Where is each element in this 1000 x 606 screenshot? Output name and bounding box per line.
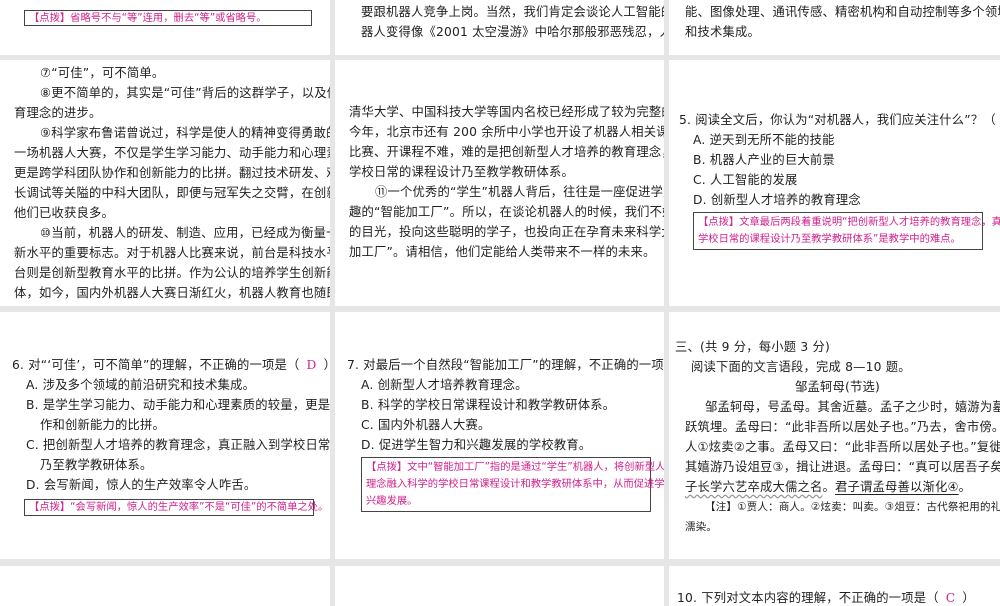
tip-line: 兴趣发展。 <box>366 495 418 507</box>
text-line: 今年，北京市还有 200 余所中小学也开设了机器人相关课程。其实，办 <box>349 125 664 139</box>
page-panel-r4c1 <box>0 566 330 606</box>
tip-box: 【点拨】文章最后两段着重说明“把创新型人才培养的教育理念，真正融入到 学校日常的… <box>693 212 1000 250</box>
page-panel-r1c3: 能、图像处理、通讯传感、精密机构和自动控制等多个领域的前沿研究 和技术集成。 <box>669 0 1000 55</box>
text-line: ⑦“可佳”，可不简单。 <box>40 66 165 80</box>
tip-line: 理念融入科学的学校日常课程设计和教学教研体系中，从而促进学生智力和 <box>366 478 664 490</box>
text-line: 比赛、开课程不难，难的是把创新型人才培养的教育理念，真正融入到 <box>349 145 664 159</box>
option-c-cont: 乃至教学教研体系。 <box>40 458 153 472</box>
tip-box: 【点拨】省略号不与“等”连用，删去“等”或省略号。 <box>24 10 312 26</box>
text-line: 一场机器人大赛，不仅是学生学习能力、动手能力和心理素质的较量， <box>14 146 330 160</box>
page-panel-r4c2 <box>335 566 664 606</box>
question-5-stem: 5. 阅读全文后，你认为“对机器人，我们应关注什么”？（D） <box>679 110 1000 130</box>
text-line: 新水平的重要标志。对于机器人比赛来说，前台是科技水平的较量，后 <box>14 246 330 260</box>
text-line: 人①炫卖②之事。孟母又曰：“此非吾所以居处子也。”复徙舍学宫之旁。 <box>685 440 1000 454</box>
note-line: 【注】①贾人：商人。②炫卖：叫卖。③俎豆：古代祭祀用的礼器。④渐化：逐渐 <box>705 501 1000 513</box>
text-line: 育理念的进步。 <box>14 106 102 120</box>
text-line: 更是跨学科团队协作和创新能力的比拼。翻过技术研发、难题攻克、漫 <box>14 166 330 180</box>
option-b-cont: 作和创新能力的比拼。 <box>40 418 165 432</box>
page-panel-r2c1: ⑦“可佳”，可不简单。 ⑧更不简单的，其实是“可佳”背后的这群学子，以及体现出来… <box>0 60 330 306</box>
question-10-stem: 10. 下列对文本内容的理解，不正确的一项是（ C） <box>677 591 975 605</box>
text-line: 的目光，投向这些聪明的学子，也投向正在孕育未来科学大师的“智能 <box>349 225 664 239</box>
option-b: B. 机器人产业的巨大前景 <box>693 153 835 167</box>
tip-box: 【点拨】文中“智能加工厂”指的是通过“学生”机器人，将创新型人才培养教育 理念融… <box>361 457 664 512</box>
text-line: 邹孟轲母，号孟母。其舍近墓。孟子之少时，嬉游为墓间之事，踊 <box>705 400 1000 414</box>
question-6-stem: 6. 对“‘可佳’，可不简单”的理解，不正确的一项是（D） <box>12 355 330 375</box>
text-line: 其嬉游乃设俎豆③，揖让进退。孟母曰：“真可以居吾子矣。”遂居。及孟 <box>685 460 1000 474</box>
text-line: ⑪一个优秀的“学生”机器人背后，往往是一座促进学生智力和兴 <box>375 185 664 199</box>
text-line: 台则是创新型教育水平的比拼。作为公认的培养学生创新能力的载 <box>14 266 330 280</box>
text-line: 清华大学、中国科技大学等国内名校已经形成了较为完整的课程体系， <box>349 105 664 119</box>
text-line: 加工厂”。请相信，他们定能给人类带来不一样的未来。 <box>349 245 656 259</box>
section-instruction: 阅读下面的文言语段，完成 8—10 题。 <box>691 360 911 374</box>
text-line: 要跟机器人竞争上岗。当然，我们肯定会谈论人工智能的发展，如果机 <box>361 5 664 19</box>
page-panel-r3c2: 7. 对最后一个自然段“智能加工厂”的理解，不正确的一项是（C） A. 创新型人… <box>335 312 664 559</box>
option-a: A. 涉及多个领域的前沿研究和技术集成。 <box>26 378 256 392</box>
option-c: C. 把创新型人才培养的教育理念，真正融入到学校日常的课程设计 <box>26 438 330 452</box>
text-line: 子长学六艺卒成大儒之名。君子谓孟母善以渐化④。 <box>685 480 972 494</box>
page-panel-r2c3: 5. 阅读全文后，你认为“对机器人，我们应关注什么”？（D） A. 逆天到无所不… <box>669 60 1000 306</box>
page-panel-r3c1: 6. 对“‘可佳’，可不简单”的理解，不正确的一项是（D） A. 涉及多个领域的… <box>0 312 330 559</box>
page-panel-r2c2: 清华大学、中国科技大学等国内名校已经形成了较为完整的课程体系， 今年，北京市还有… <box>335 60 664 306</box>
answer-letter: C <box>945 591 956 605</box>
text-line: 他们已收获良多。 <box>14 206 114 220</box>
page-panel-r4c3: 10. 下列对文本内容的理解，不正确的一项是（ C） <box>669 566 1000 606</box>
text-line: 体，如今，国内外机器人大赛日渐红火，机器人教育也随即升温。不仅 <box>14 286 330 300</box>
tip-line: 【点拨】文章最后两段着重说明“把创新型人才培养的教育理念，真正融入到 <box>698 216 1000 228</box>
passage-title: 邹孟轲母(节选) <box>795 380 880 394</box>
text-line: 长调试等关隘的中科大团队，即便与冠军失之交臂，在创新的舞台上， <box>14 186 330 200</box>
text-line: ⑩当前，机器人的研发、制造、应用，已经成为衡量一个国家科技创 <box>40 226 330 240</box>
page-panel-r1c2: 要跟机器人竞争上岗。当然，我们肯定会谈论人工智能的发展，如果机 器人变得像《20… <box>335 0 664 55</box>
text-line: ⑨科学家布鲁诺曾说过，科学是使人的精神变得勇敢的最好途径。 <box>40 126 330 140</box>
option-d: D. 会写新闻，惊人的生产效率令人咋舌。 <box>26 478 257 492</box>
answer-letter: D <box>996 113 1000 127</box>
option-b: B. 是学生学习能力、动手能力和心理素质的较量，更是跨学科团队协 <box>26 398 330 412</box>
text-line: ⑧更不简单的，其实是“可佳”背后的这群学子，以及体现出来的教 <box>40 86 330 100</box>
option-b: B. 科学的学校日常课程设计和教学教研体系。 <box>361 398 616 412</box>
tip-line: 【点拨】文中“智能加工厂”指的是通过“学生”机器人，将创新型人才培养教育 <box>366 461 664 473</box>
option-d: D. 创新型人才培养的教育理念 <box>693 193 861 207</box>
text-line: 趣的“智能加工厂”。所以，在谈论机器人的时候，我们不妨将更多关注 <box>349 205 664 219</box>
text-line: 和技术集成。 <box>685 25 760 39</box>
note-line: 濡染。 <box>685 521 718 533</box>
text-line: 能、图像处理、通讯传感、精密机构和自动控制等多个领域的前沿研究 <box>685 5 1000 19</box>
option-c: C. 国内外机器人大赛。 <box>361 418 491 432</box>
text-line: 器人变得像《2001 太空漫游》中哈尔那般邪恶残忍，人类怎么和它们 <box>361 25 664 39</box>
page-panel-r1c1: 【点拨】省略号不与“等”连用，删去“等”或省略号。 <box>0 0 330 55</box>
tip-box: 【点拨】“会写新闻，惊人的生产效率”不是“可佳”的不简单之处。 <box>24 499 328 516</box>
option-a: A. 逆天到无所不能的技能 <box>693 133 835 147</box>
text-line: 学校日常的课程设计乃至教学教研体系。 <box>349 165 574 179</box>
answer-letter: D <box>306 358 317 372</box>
section-heading: 三、(共 9 分，每小题 3 分) <box>675 340 830 354</box>
option-a: A. 创新型人才培养教育理念。 <box>361 378 528 392</box>
option-c: C. 人工智能的发展 <box>693 173 798 187</box>
option-d: D. 促进学生智力和兴趣发展的学校教育。 <box>361 438 592 452</box>
page-panel-r3c3: 三、(共 9 分，每小题 3 分) 阅读下面的文言语段，完成 8—10 题。 邹… <box>669 312 1000 559</box>
text-line: 跃筑埋。孟母曰：“此非吾所以居处子也。”乃去，舍市傍。其嬉游为贾 <box>685 420 1000 434</box>
tip-line: 学校日常的课程设计乃至教学教研体系”是教学中的难点。 <box>698 233 961 245</box>
question-7-stem: 7. 对最后一个自然段“智能加工厂”的理解，不正确的一项是（C） <box>347 358 664 372</box>
